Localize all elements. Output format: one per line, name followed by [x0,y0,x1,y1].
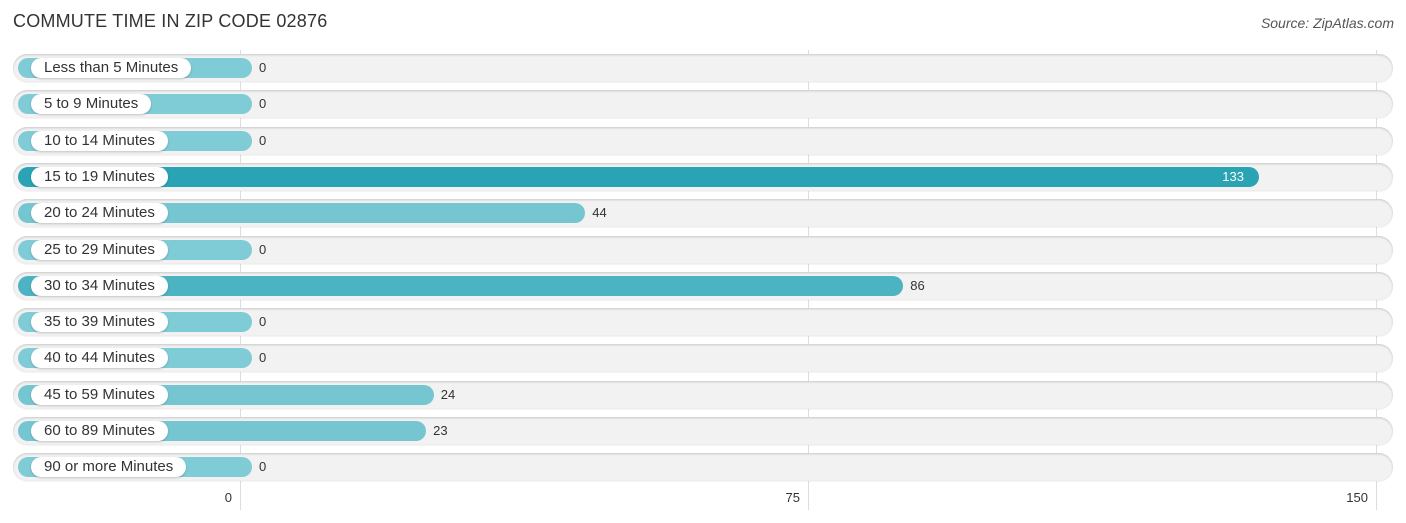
bar-row: 30 to 34 Minutes 86 [13,272,1393,300]
category-label: 5 to 9 Minutes [31,94,152,114]
bar-row: 5 to 9 Minutes 0 [13,90,1393,118]
bar-row: 45 to 59 Minutes 24 [13,381,1393,409]
value-label: 23 [433,423,448,438]
value-label: 0 [259,350,267,365]
value-label: 0 [259,242,267,257]
value-label: 0 [259,314,267,329]
bar-row: 25 to 29 Minutes 0 [13,236,1393,264]
value-label: 0 [259,60,267,75]
value-label: 0 [259,96,267,111]
bar-row: Less than 5 Minutes 0 [13,54,1393,82]
category-label: 45 to 59 Minutes [31,385,168,405]
bar-row: 35 to 39 Minutes 0 [13,308,1393,336]
category-label: 20 to 24 Minutes [31,203,168,223]
category-label: 30 to 34 Minutes [31,276,168,296]
bar-row: 40 to 44 Minutes 0 [13,344,1393,372]
bar-chart: 0 75 150 Less than 5 Minutes 0 5 to 9 Minutes… [0,0,1406,523]
bar-row: 15 to 19 Minutes 133 [13,163,1393,191]
category-label: 90 or more Minutes [31,457,187,477]
x-tick-label: 150 [1346,490,1368,505]
category-label: 60 to 89 Minutes [31,421,168,441]
bar-row: 90 or more Minutes 0 [13,453,1393,481]
x-tick-label: 0 [224,490,232,505]
category-label: 15 to 19 Minutes [31,167,168,187]
category-label: 25 to 29 Minutes [31,240,168,260]
category-label: Less than 5 Minutes [31,58,192,78]
bar [18,167,1260,187]
bar-row: 60 to 89 Minutes 23 [13,417,1393,445]
value-label: 0 [259,459,267,474]
x-tick-label: 75 [785,490,800,505]
value-label: 133 [1222,169,1244,184]
value-label: 24 [440,387,456,402]
category-label: 10 to 14 Minutes [31,131,168,151]
value-label: 86 [910,278,925,293]
value-label: 0 [259,133,267,148]
value-label: 44 [592,205,607,220]
category-label: 35 to 39 Minutes [31,312,168,332]
category-label: 40 to 44 Minutes [31,348,168,368]
bar-row: 20 to 24 Minutes 44 [13,199,1393,227]
bar-row: 10 to 14 Minutes 0 [13,127,1393,155]
